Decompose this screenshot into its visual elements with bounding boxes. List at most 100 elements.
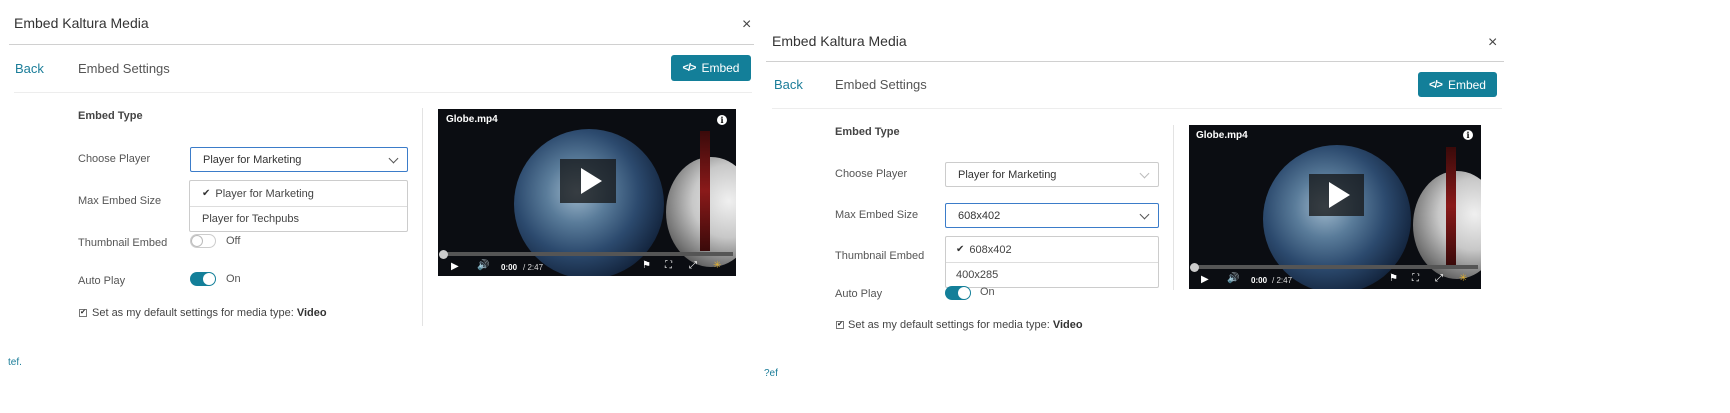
thumbnail-embed-label: Thumbnail Embed	[78, 237, 168, 249]
auto-play-label: Auto Play	[835, 288, 883, 300]
close-icon[interactable]: ×	[1488, 35, 1497, 51]
code-icon: </>	[1429, 78, 1443, 91]
default-settings-text: Set as my default settings for media typ…	[848, 319, 1083, 331]
embed-button[interactable]: </> Embed	[1418, 72, 1497, 97]
expand-icon[interactable]: ⤢	[689, 260, 697, 271]
option-label: 608x402	[969, 243, 1012, 256]
choose-player-dropdown: ✔ Player for Marketing Player for Techpu…	[189, 180, 408, 232]
auto-play-state: On	[226, 273, 241, 285]
total-time: / 2:47	[1272, 276, 1293, 285]
video-player[interactable]: Globe.mp4 i ▶ 🔊 0:00 / 2:47 ⚑ ⛶ ⤢ ✳	[1189, 125, 1481, 289]
max-embed-size-label: Max Embed Size	[835, 209, 919, 221]
default-settings-label: Set as my default settings for media typ…	[92, 307, 294, 319]
default-settings-checkbox[interactable]: ✔	[836, 321, 844, 329]
play-icon	[1329, 182, 1350, 208]
fullscreen-icon[interactable]: ⛶	[1412, 273, 1419, 284]
max-embed-size-label: Max Embed Size	[78, 195, 162, 207]
auto-play-toggle[interactable]	[945, 286, 971, 300]
play-icon[interactable]: ▶	[1201, 274, 1209, 285]
max-embed-size-value: 608x402	[958, 209, 1001, 222]
option-label: Player for Marketing	[215, 187, 314, 200]
current-time: 0:00	[501, 263, 518, 272]
play-button[interactable]	[560, 159, 616, 203]
default-settings-checkbox[interactable]: ✔	[79, 309, 87, 317]
clip-title: Globe.mp4	[1196, 130, 1248, 141]
dropdown-option[interactable]: ✔ 608x402	[946, 237, 1158, 262]
flag-icon[interactable]: ⚑	[1389, 273, 1398, 284]
video-frame-edge	[1446, 147, 1456, 265]
default-settings-label: Set as my default settings for media typ…	[848, 319, 1050, 331]
progress-bar[interactable]	[1194, 265, 1478, 269]
header-divider	[14, 92, 752, 93]
option-label: 400x285	[956, 269, 999, 281]
toggle-knob	[203, 273, 215, 285]
auto-play-state: On	[980, 286, 995, 298]
choose-player-select[interactable]: Player for Marketing	[190, 147, 408, 172]
reference-link-fragment[interactable]: tef.	[8, 357, 22, 368]
chevron-down-icon	[1139, 209, 1150, 219]
reference-link-fragment[interactable]: ?ef	[764, 368, 778, 379]
dropdown-option[interactable]: ✔ Player for Marketing	[190, 181, 407, 206]
volume-icon[interactable]: 🔊	[1227, 273, 1239, 284]
play-icon	[581, 168, 602, 194]
expand-icon[interactable]: ⤢	[1435, 273, 1443, 284]
embed-button-label: Embed	[1447, 77, 1486, 92]
media-type: Video	[1052, 319, 1083, 331]
chevron-down-icon	[1139, 168, 1150, 178]
play-icon[interactable]: ▶	[451, 261, 459, 272]
choose-player-select[interactable]: Player for Marketing	[945, 162, 1159, 187]
dropdown-option[interactable]: Player for Techpubs	[190, 206, 407, 231]
embed-type-heading: Embed Type	[835, 126, 900, 138]
close-icon[interactable]: ×	[742, 17, 751, 33]
embed-settings-label: Embed Settings	[78, 61, 170, 76]
scrub-handle[interactable]	[1190, 263, 1199, 272]
volume-icon[interactable]: 🔊	[477, 260, 489, 271]
media-type: Video	[296, 307, 327, 319]
info-icon[interactable]: i	[717, 115, 727, 125]
choose-player-value: Player for Marketing	[958, 168, 1057, 181]
max-embed-size-select[interactable]: 608x402	[945, 203, 1159, 228]
right-embed-dialog: Embed Kaltura Media × Back Embed Setting…	[760, 0, 1530, 413]
default-settings-text: Set as my default settings for media typ…	[92, 307, 327, 319]
thumbnail-embed-state: Off	[226, 235, 241, 247]
embed-button-label: Embed	[701, 61, 740, 75]
column-divider	[1173, 125, 1174, 290]
code-icon: </>	[682, 62, 697, 74]
info-icon[interactable]: i	[1463, 130, 1473, 140]
progress-bar[interactable]	[443, 252, 733, 256]
left-embed-dialog: Embed Kaltura Media × Back Embed Setting…	[0, 0, 760, 413]
check-icon: ✔	[956, 244, 965, 255]
chevron-down-icon	[388, 153, 399, 163]
flag-icon[interactable]: ⚑	[642, 260, 651, 271]
thumbnail-embed-label: Thumbnail Embed	[835, 250, 925, 262]
embed-settings-label: Embed Settings	[835, 77, 927, 92]
thumbnail-embed-toggle[interactable]	[190, 234, 216, 248]
dialog-title: Embed Kaltura Media	[772, 33, 907, 49]
scrub-handle[interactable]	[439, 250, 448, 259]
video-player[interactable]: Globe.mp4 i ▶ 🔊 0:00 / 2:47 ⚑ ⛶ ⤢ ✳	[438, 109, 736, 276]
auto-play-toggle[interactable]	[190, 272, 216, 286]
check-icon: ✔	[202, 188, 211, 199]
title-divider	[766, 61, 1504, 62]
kaltura-logo-icon[interactable]: ✳	[713, 260, 721, 271]
choose-player-label: Choose Player	[78, 153, 151, 165]
play-button[interactable]	[1309, 174, 1364, 216]
column-divider	[422, 108, 423, 326]
dialog-title: Embed Kaltura Media	[14, 15, 149, 31]
embed-button[interactable]: </> Embed	[671, 55, 751, 81]
toggle-knob	[191, 235, 203, 247]
option-label: Player for Techpubs	[202, 213, 300, 225]
choose-player-label: Choose Player	[835, 168, 908, 180]
back-link[interactable]: Back	[15, 61, 44, 76]
embed-type-heading: Embed Type	[78, 110, 143, 122]
title-divider	[9, 44, 754, 45]
total-time: / 2:47	[523, 263, 544, 272]
back-link[interactable]: Back	[774, 77, 803, 92]
toggle-knob	[958, 287, 970, 299]
choose-player-value: Player for Marketing	[203, 153, 302, 166]
header-divider	[772, 108, 1502, 109]
kaltura-logo-icon[interactable]: ✳	[1459, 273, 1467, 284]
fullscreen-icon[interactable]: ⛶	[665, 260, 672, 271]
dropdown-option[interactable]: 400x285	[946, 262, 1158, 287]
current-time: 0:00	[1251, 276, 1268, 285]
